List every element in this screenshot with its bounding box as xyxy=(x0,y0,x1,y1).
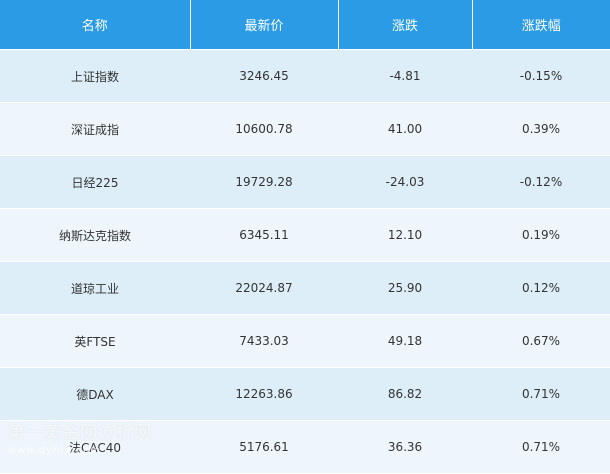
table-row: 日经225 19729.28 -24.03 -0.12% xyxy=(0,155,610,209)
change-percent-cell: 0.12% xyxy=(472,261,610,315)
change-percent-cell: 0.71% xyxy=(472,420,610,474)
change-cell: -4.81 xyxy=(338,49,472,103)
change-cell: -24.03 xyxy=(338,155,472,209)
change-cell: 25.90 xyxy=(338,261,472,315)
index-name-cell: 上证指数 xyxy=(0,49,190,103)
index-name-cell: 深证成指 xyxy=(0,102,190,156)
index-name-cell: 日经225 xyxy=(0,155,190,209)
change-cell: 49.18 xyxy=(338,314,472,368)
table-row: 英FTSE 7433.03 49.18 0.67% xyxy=(0,314,610,368)
price-cell: 5176.61 xyxy=(190,420,338,474)
column-header-change[interactable]: 涨跌 xyxy=(338,0,473,50)
index-name-cell: 纳斯达克指数 xyxy=(0,208,190,262)
price-cell: 22024.87 xyxy=(190,261,338,315)
change-percent-cell: 0.71% xyxy=(472,367,610,421)
table-header: 名称 最新价 涨跌 涨跌幅 xyxy=(0,0,610,50)
change-percent-cell: -0.15% xyxy=(472,49,610,103)
change-percent-cell: 0.67% xyxy=(472,314,610,368)
index-name-cell: 英FTSE xyxy=(0,314,190,368)
price-cell: 19729.28 xyxy=(190,155,338,209)
table-body: 上证指数 3246.45 -4.81 -0.15% 深证成指 10600.78 … xyxy=(0,49,610,474)
column-header-change-percent[interactable]: 涨跌幅 xyxy=(472,0,610,50)
table-row: 上证指数 3246.45 -4.81 -0.15% xyxy=(0,49,610,103)
header-row: 名称 最新价 涨跌 涨跌幅 xyxy=(0,0,610,50)
market-quote-table: 名称 最新价 涨跌 涨跌幅 上证指数 3246.45 -4.81 -0.15% … xyxy=(0,0,610,474)
column-header-latest-price[interactable]: 最新价 xyxy=(190,0,339,50)
change-percent-cell: 0.19% xyxy=(472,208,610,262)
table-row: 纳斯达克指数 6345.11 12.10 0.19% xyxy=(0,208,610,262)
index-name-cell: 道琼工业 xyxy=(0,261,190,315)
change-percent-cell: -0.12% xyxy=(472,155,610,209)
change-cell: 36.36 xyxy=(338,420,472,474)
price-cell: 12263.86 xyxy=(190,367,338,421)
column-header-name[interactable]: 名称 xyxy=(0,0,191,50)
table-row: 德DAX 12263.86 86.82 0.71% xyxy=(0,367,610,421)
change-cell: 12.10 xyxy=(338,208,472,262)
change-percent-cell: 0.39% xyxy=(472,102,610,156)
index-name-cell: 法CAC40 xyxy=(0,420,190,474)
price-cell: 6345.11 xyxy=(190,208,338,262)
table-row: 道琼工业 22024.87 25.90 0.12% xyxy=(0,261,610,315)
change-cell: 86.82 xyxy=(338,367,472,421)
price-cell: 3246.45 xyxy=(190,49,338,103)
index-name-cell: 德DAX xyxy=(0,367,190,421)
table-row: 法CAC40 5176.61 36.36 0.71% xyxy=(0,420,610,474)
price-cell: 10600.78 xyxy=(190,102,338,156)
table-row: 深证成指 10600.78 41.00 0.39% xyxy=(0,102,610,156)
change-cell: 41.00 xyxy=(338,102,472,156)
price-cell: 7433.03 xyxy=(190,314,338,368)
